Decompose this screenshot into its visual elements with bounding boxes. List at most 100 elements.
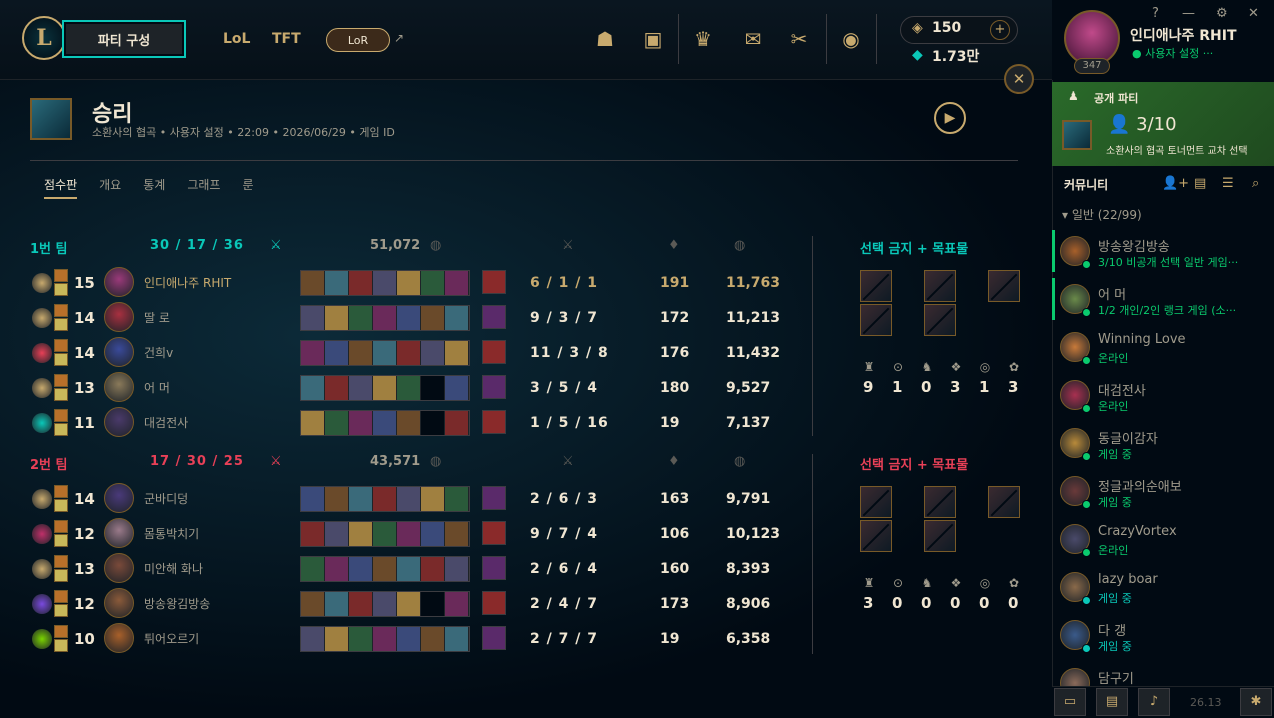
player-name[interactable]: 튀어오르기 <box>144 623 199 655</box>
banned-champion[interactable] <box>860 486 892 518</box>
item-slot[interactable] <box>325 376 349 400</box>
summoner-spell-icon[interactable] <box>54 423 68 436</box>
summoner-spell-icon[interactable] <box>54 569 68 582</box>
tab-runes[interactable]: 룬 <box>242 176 253 199</box>
summoner-spell-icon[interactable] <box>54 388 68 401</box>
player-name[interactable]: 어 머 <box>144 372 170 404</box>
item-slot[interactable] <box>397 411 421 435</box>
item-slot[interactable] <box>373 411 397 435</box>
summoner-spell-icon[interactable] <box>54 283 68 296</box>
summoner-spell-icon[interactable] <box>54 269 68 282</box>
item-slot[interactable] <box>349 376 373 400</box>
keystone-rune-icon[interactable] <box>32 489 52 509</box>
champion-portrait[interactable] <box>104 372 134 402</box>
item-slot[interactable] <box>373 487 397 511</box>
item-slot[interactable] <box>421 271 445 295</box>
trinket-slot[interactable] <box>482 270 506 294</box>
item-slot[interactable] <box>349 271 373 295</box>
item-slot[interactable] <box>349 341 373 365</box>
item-slot[interactable] <box>397 627 421 651</box>
friend-group-header[interactable]: ▾ 일반 (22/99) <box>1062 206 1142 223</box>
banned-champion[interactable] <box>924 304 956 336</box>
banned-champion[interactable] <box>924 486 956 518</box>
add-friend-icon[interactable]: 👤+ <box>1162 176 1189 191</box>
clash-nav-icon[interactable]: ♛ <box>690 26 716 52</box>
voice-icon[interactable]: ♪ <box>1138 688 1170 716</box>
summoner-spell-icon[interactable] <box>54 639 68 652</box>
help-icon[interactable]: ? <box>1152 6 1159 21</box>
item-slot[interactable] <box>397 341 421 365</box>
item-slot[interactable] <box>445 411 469 435</box>
trinket-slot[interactable] <box>482 591 506 615</box>
champion-portrait[interactable] <box>104 518 134 548</box>
loot-nav-icon[interactable]: ✉ <box>740 26 766 52</box>
trinket-slot[interactable] <box>482 410 506 434</box>
item-slot[interactable] <box>325 522 349 546</box>
summoner-spell-icon[interactable] <box>54 534 68 547</box>
banned-champion[interactable] <box>860 520 892 552</box>
item-slot[interactable] <box>445 627 469 651</box>
item-slot[interactable] <box>421 376 445 400</box>
item-slot[interactable] <box>325 592 349 616</box>
missions-icon[interactable]: ▤ <box>1096 688 1128 716</box>
item-slot[interactable] <box>301 306 325 330</box>
item-slot[interactable] <box>421 306 445 330</box>
friend-entry[interactable]: CrazyVortex 온라인 <box>1056 518 1274 564</box>
add-folder-icon[interactable]: ▤ <box>1194 176 1206 191</box>
item-slot[interactable] <box>301 411 325 435</box>
item-slot[interactable] <box>325 487 349 511</box>
summoner-spell-icon[interactable] <box>54 353 68 366</box>
item-slot[interactable] <box>325 306 349 330</box>
champion-portrait[interactable] <box>104 483 134 513</box>
keystone-rune-icon[interactable] <box>32 273 52 293</box>
tab-overview[interactable]: 개요 <box>99 176 121 199</box>
item-slot[interactable] <box>397 592 421 616</box>
chat-icon[interactable]: ▭ <box>1054 688 1086 716</box>
item-slot[interactable] <box>349 306 373 330</box>
friend-entry[interactable]: 다 갱 게임 중 <box>1056 614 1274 660</box>
keystone-rune-icon[interactable] <box>32 308 52 328</box>
trinket-slot[interactable] <box>482 521 506 545</box>
item-slot[interactable] <box>421 557 445 581</box>
banned-champion[interactable] <box>988 270 1020 302</box>
buy-rp-button[interactable]: + <box>990 20 1010 40</box>
player-row[interactable]: 12 방송왕김방송 2 / 4 / 7 173 8,906 <box>30 588 790 620</box>
summoner-spell-icon[interactable] <box>54 590 68 603</box>
player-row[interactable]: 13 어 머 3 / 5 / 4 180 9,527 <box>30 372 790 404</box>
item-slot[interactable] <box>397 271 421 295</box>
item-slot[interactable] <box>325 411 349 435</box>
item-slot[interactable] <box>445 271 469 295</box>
champion-portrait[interactable] <box>104 407 134 437</box>
item-slot[interactable] <box>397 557 421 581</box>
keystone-rune-icon[interactable] <box>32 524 52 544</box>
item-slot[interactable] <box>373 592 397 616</box>
item-slot[interactable] <box>325 627 349 651</box>
keystone-rune-icon[interactable] <box>32 559 52 579</box>
item-slot[interactable] <box>325 341 349 365</box>
summoner-spell-icon[interactable] <box>54 304 68 317</box>
summoner-spell-icon[interactable] <box>54 499 68 512</box>
item-slot[interactable] <box>349 487 373 511</box>
item-slot[interactable] <box>301 341 325 365</box>
item-slot[interactable] <box>373 341 397 365</box>
keystone-rune-icon[interactable] <box>32 343 52 363</box>
champion-portrait[interactable] <box>104 588 134 618</box>
champion-portrait[interactable] <box>104 553 134 583</box>
player-row[interactable]: 10 튀어오르기 2 / 7 / 7 19 6,358 <box>30 623 790 655</box>
banned-champion[interactable] <box>924 520 956 552</box>
banned-champion[interactable] <box>988 486 1020 518</box>
player-name[interactable]: 인디애나주 RHIT <box>144 267 231 299</box>
item-slot[interactable] <box>445 306 469 330</box>
player-name[interactable]: 딸 로 <box>144 302 170 334</box>
item-slot[interactable] <box>349 522 373 546</box>
item-slot[interactable] <box>349 411 373 435</box>
banned-champion[interactable] <box>860 304 892 336</box>
trinket-slot[interactable] <box>482 375 506 399</box>
item-slot[interactable] <box>445 557 469 581</box>
trinket-slot[interactable] <box>482 556 506 580</box>
summoner-spell-icon[interactable] <box>54 339 68 352</box>
trinket-slot[interactable] <box>482 486 506 510</box>
tab-stats[interactable]: 통계 <box>143 176 165 199</box>
item-slot[interactable] <box>301 271 325 295</box>
item-slot[interactable] <box>373 522 397 546</box>
